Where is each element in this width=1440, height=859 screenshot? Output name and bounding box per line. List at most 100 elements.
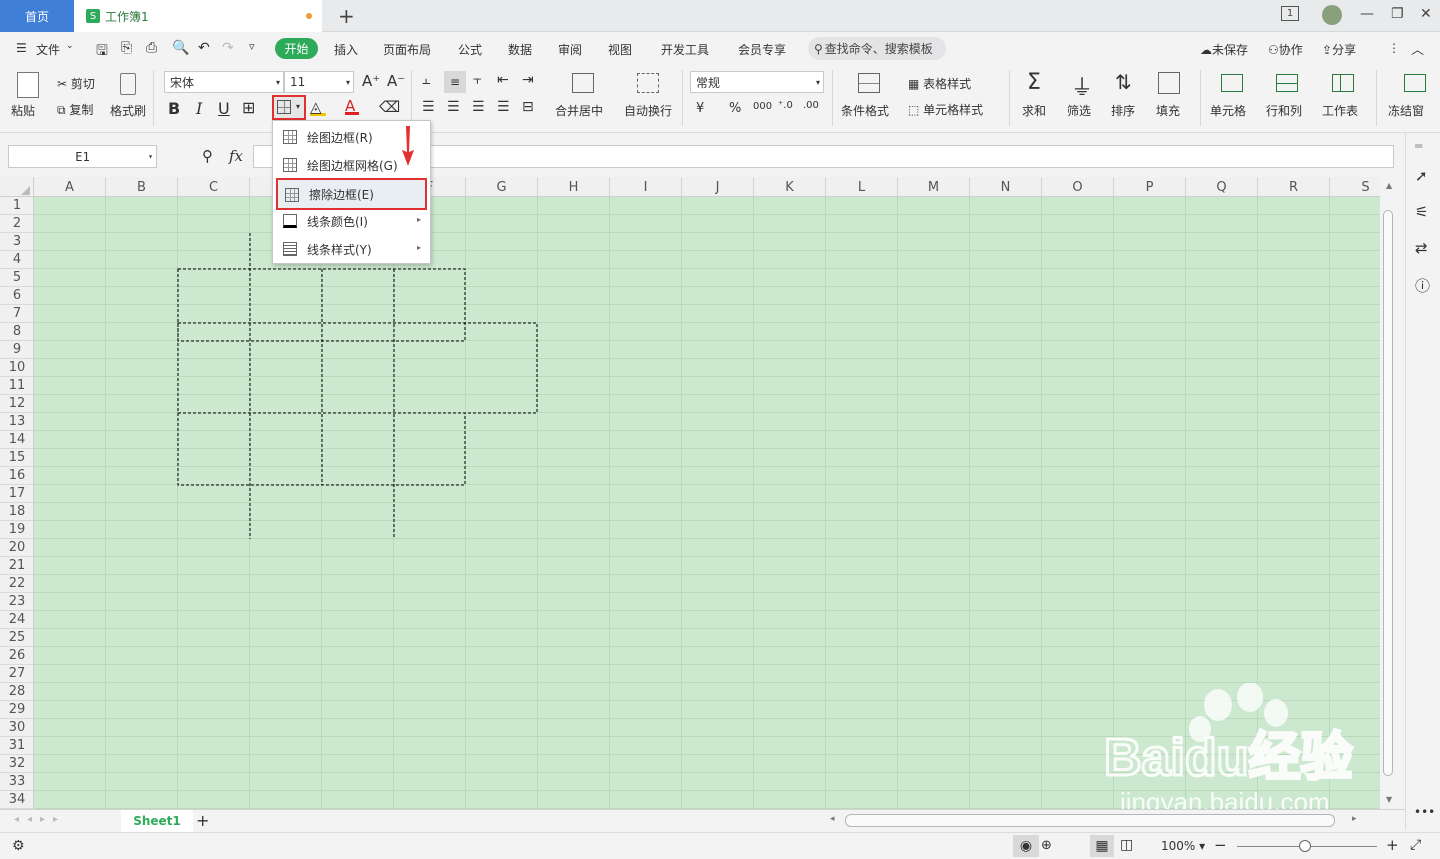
column-header[interactable]: A (34, 177, 106, 197)
column-header[interactable]: R (1258, 177, 1330, 197)
font-grow-icon[interactable]: A⁺ (362, 72, 380, 90)
scroll-right-icon[interactable]: ▸ (1352, 814, 1357, 824)
number-format-select[interactable]: 常规 ▾ (690, 71, 824, 93)
more-icon[interactable]: ⋮ (1388, 41, 1400, 55)
redo-icon[interactable]: ↷ (222, 40, 234, 56)
function-icon[interactable]: fx (229, 147, 243, 165)
tab-workbook[interactable]: S 工作簿1 (74, 0, 322, 32)
row-header[interactable]: 9 (0, 341, 34, 359)
wrap-text-button[interactable]: 自动换行 (624, 102, 672, 119)
row-header[interactable]: 21 (0, 557, 34, 575)
more-options-icon[interactable]: ••• (1414, 805, 1435, 819)
menu-item-erase-border[interactable]: 擦除边框(E) (276, 178, 427, 210)
align-middle-icon[interactable]: ≡ (444, 71, 466, 93)
row-header[interactable]: 11 (0, 377, 34, 395)
row-header[interactable]: 2 (0, 215, 34, 233)
row-header[interactable]: 19 (0, 521, 34, 539)
row-col-button[interactable]: 行和列 (1266, 102, 1302, 119)
row-header[interactable]: 12 (0, 395, 34, 413)
borders-icon[interactable]: ⊞ (242, 98, 255, 117)
tab-data[interactable]: 数据 (508, 41, 532, 58)
column-header[interactable]: C (178, 177, 250, 197)
zoom-formula-icon[interactable]: ⚲ (202, 147, 213, 165)
zoom-in-icon[interactable]: + (1386, 836, 1399, 854)
increase-decimal-icon[interactable]: ⁺.0 (778, 100, 793, 111)
column-header[interactable]: J (682, 177, 754, 197)
horizontal-scroll-thumb[interactable] (845, 814, 1335, 827)
merge-center-button[interactable]: 合并居中 (555, 102, 603, 119)
sidebar-collapse-icon[interactable]: ═ (1415, 139, 1422, 153)
macro-icon[interactable]: ⚙ (12, 838, 25, 854)
tab-view[interactable]: 视图 (608, 41, 632, 58)
column-header[interactable]: H (538, 177, 610, 197)
row-header[interactable]: 18 (0, 503, 34, 521)
decrease-decimal-icon[interactable]: .00 (803, 100, 819, 111)
vertical-scroll-thumb[interactable] (1383, 210, 1393, 776)
fill-button[interactable]: 填充 (1156, 102, 1180, 119)
column-header[interactable]: K (754, 177, 826, 197)
bold-icon[interactable]: B (168, 99, 180, 118)
avatar[interactable] (1322, 5, 1342, 25)
sheet-nav-icon[interactable]: ◂◂▸▸ (14, 814, 66, 825)
sum-button[interactable]: 求和 (1022, 102, 1046, 119)
zoom-level[interactable]: 100% ▾ (1161, 839, 1205, 853)
row-header[interactable]: 20 (0, 539, 34, 557)
row-header[interactable]: 13 (0, 413, 34, 431)
restore-icon[interactable]: ❐ (1391, 6, 1404, 22)
cut-button[interactable]: ✂ 剪切 (57, 75, 95, 92)
row-header[interactable]: 24 (0, 611, 34, 629)
align-top-icon[interactable]: ⫠ (422, 72, 430, 88)
font-family-select[interactable]: 宋体 ▾ (164, 71, 284, 93)
row-header[interactable]: 17 (0, 485, 34, 503)
print-icon[interactable]: ⎙ (146, 40, 157, 56)
row-header[interactable]: 31 (0, 737, 34, 755)
row-header[interactable]: 8 (0, 323, 34, 341)
menu-item-line-color[interactable]: 线条颜色(I) ▸ (273, 207, 430, 235)
format-painter-button[interactable]: 格式刷 (110, 102, 146, 119)
freeze-button[interactable]: 冻结窗 (1388, 102, 1440, 119)
row-header[interactable]: 30 (0, 719, 34, 737)
row-header[interactable]: 22 (0, 575, 34, 593)
row-header[interactable]: 27 (0, 665, 34, 683)
row-header[interactable]: 33 (0, 773, 34, 791)
row-header[interactable]: 26 (0, 647, 34, 665)
menu-file[interactable]: 文件 (36, 41, 60, 58)
normal-view-icon[interactable]: ▦ (1090, 835, 1114, 857)
collaborate-button[interactable]: ⚇协作 (1268, 41, 1303, 58)
eye-protection-icon[interactable]: ◉ (1013, 835, 1039, 857)
menu-item-line-style[interactable]: 线条样式(Y) ▸ (273, 235, 430, 263)
row-header[interactable]: 6 (0, 287, 34, 305)
column-header[interactable]: B (106, 177, 178, 197)
column-header[interactable]: P (1114, 177, 1186, 197)
tab-formulas[interactable]: 公式 (458, 41, 482, 58)
thousands-icon[interactable]: 000 (753, 101, 772, 112)
row-header[interactable]: 5 (0, 269, 34, 287)
fullscreen-icon[interactable]: ⤢ (1410, 837, 1421, 853)
row-header[interactable]: 34 (0, 791, 34, 809)
page-break-view-icon[interactable]: ◫ (1120, 837, 1133, 853)
column-header[interactable]: G (466, 177, 538, 197)
share-button[interactable]: ⇪分享 (1322, 41, 1356, 58)
row-header[interactable]: 29 (0, 701, 34, 719)
tab-member[interactable]: 会员专享 (738, 41, 786, 58)
row-header[interactable]: 28 (0, 683, 34, 701)
font-shrink-icon[interactable]: A⁻ (387, 72, 405, 90)
reading-mode-icon[interactable]: ⊕ (1041, 838, 1052, 853)
column-header[interactable]: L (826, 177, 898, 197)
justify-icon[interactable]: ☰ (497, 99, 510, 115)
save-icon[interactable]: 🖫 (96, 40, 108, 64)
transform-icon[interactable]: ⇄ (1415, 239, 1428, 257)
cell-style-button[interactable]: ⬚ 单元格样式 (908, 101, 983, 118)
cell-grid[interactable]: Baidu经验 jingyan.baidu.com (34, 197, 1380, 813)
row-header[interactable]: 3 (0, 233, 34, 251)
settings-sliders-icon[interactable]: ⚟ (1415, 203, 1428, 221)
align-bottom-icon[interactable]: ⫟ (473, 72, 481, 88)
zoom-slider-handle[interactable] (1299, 840, 1311, 852)
cell-button[interactable]: 单元格 (1210, 102, 1246, 119)
worksheet-button[interactable]: 工作表 (1322, 102, 1358, 119)
align-right-icon[interactable]: ☰ (472, 99, 485, 115)
close-icon[interactable]: ✕ (1420, 6, 1432, 22)
sheet-tab-sheet1[interactable]: Sheet1 (121, 810, 193, 832)
align-left-icon[interactable]: ☰ (422, 99, 435, 115)
unsaved-status[interactable]: ☁未保存 (1200, 41, 1248, 58)
